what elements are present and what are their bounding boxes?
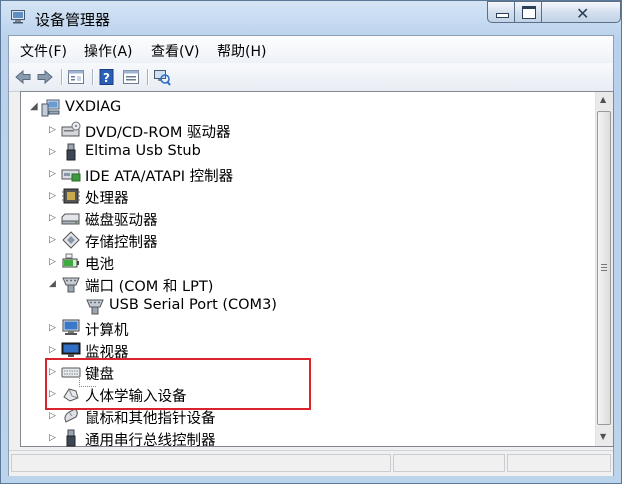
close-icon: ✕ — [576, 4, 590, 23]
tree-root[interactable]: ◢ VXDIAG — [21, 97, 596, 119]
help-icon[interactable]: ? — [98, 68, 116, 86]
scroll-grip — [601, 264, 607, 265]
expand-arrow-icon[interactable]: ▷ — [49, 322, 57, 334]
minimize-button[interactable] — [487, 1, 515, 23]
scroll-up-arrow-icon[interactable]: ▲ — [600, 95, 606, 104]
tree-item-label: DVD/CD-ROM 驱动器 — [85, 125, 231, 141]
ide-controller-icon — [61, 169, 81, 182]
tree-category-item[interactable]: ◢ 端口 (COM 和 LPT) — [21, 273, 596, 295]
toolbar: ? — [9, 63, 613, 92]
scrollbar-thumb[interactable] — [597, 111, 611, 425]
device-tree[interactable]: ◢ VXDIAG ▷ DVD/CD-ROM 驱动器 ▷ Eltima Usb Stub… — [20, 91, 614, 449]
tree-item-label: 通用串行总线控制器 — [85, 433, 216, 449]
status-cell-2 — [393, 454, 505, 472]
monitor-icon — [61, 342, 81, 357]
computer-root-icon — [41, 99, 60, 117]
tree-category-item[interactable]: ▷ 电池 — [21, 251, 596, 273]
expand-arrow-icon[interactable]: ▷ — [49, 344, 57, 356]
battery-icon — [62, 253, 79, 268]
tree-item-label: Eltima Usb Stub — [85, 143, 201, 159]
computer-icon — [62, 319, 80, 335]
scroll-down-arrow-icon[interactable]: ▼ — [600, 432, 606, 441]
expand-arrow-icon[interactable]: ▷ — [49, 190, 57, 202]
device-manager-window: 设备管理器 ✕ 文件(F) 操作(A) 查看(V) 帮助(H) ? ◢ VXDI… — [0, 0, 622, 484]
svg-text:?: ? — [103, 71, 110, 85]
tree-category-item[interactable]: ▷ 通用串行总线控制器 — [21, 427, 596, 449]
expand-arrow-icon[interactable]: ▷ — [49, 432, 57, 444]
collapse-arrow-icon[interactable]: ◢ — [30, 101, 38, 113]
tree-root-label: VXDIAG — [65, 99, 122, 115]
toolbar-separator — [61, 69, 63, 85]
menu-action[interactable]: 操作(A) — [84, 41, 133, 61]
tree-item-label: 处理器 — [85, 191, 129, 207]
expand-arrow-icon[interactable]: ▷ — [49, 410, 57, 422]
toolbar-separator — [92, 69, 94, 85]
scan-hardware-icon[interactable] — [153, 68, 171, 86]
forward-icon[interactable] — [36, 68, 54, 86]
expand-arrow-icon[interactable]: ▷ — [49, 212, 57, 224]
status-cell-main — [11, 454, 391, 472]
details-icon[interactable] — [122, 68, 140, 86]
tree-item-label: 电池 — [85, 257, 114, 273]
vertical-scrollbar[interactable]: ▲ ▼ — [595, 92, 613, 446]
port-icon — [86, 299, 104, 315]
processor-icon — [62, 188, 80, 204]
expand-arrow-icon[interactable]: ▷ — [49, 124, 57, 136]
title-bar[interactable]: 设备管理器 ✕ — [1, 1, 621, 35]
expand-arrow-icon[interactable]: ▷ — [49, 234, 57, 246]
status-cell-3 — [507, 454, 611, 472]
toolbar-separator — [147, 69, 149, 85]
scroll-grip — [601, 270, 607, 271]
device-manager-app-icon — [11, 10, 25, 24]
dvd-drive-icon — [61, 121, 81, 137]
port-icon — [62, 277, 80, 293]
disk-drive-icon — [61, 213, 80, 225]
annotation-highlight-box — [45, 358, 311, 410]
tree-item-label: IDE ATA/ATAPI 控制器 — [85, 169, 234, 185]
tree-item-label: 鼠标和其他指针设备 — [85, 411, 216, 427]
tree-category-item[interactable]: ▷ DVD/CD-ROM 驱动器 — [21, 119, 596, 141]
back-icon[interactable] — [14, 68, 32, 86]
menu-help[interactable]: 帮助(H) — [217, 41, 266, 61]
tree-child-item[interactable]: USB Serial Port (COM3) — [21, 295, 596, 317]
tree-category-item[interactable]: ▷ Eltima Usb Stub — [21, 141, 596, 163]
usb-controller-icon — [66, 429, 76, 447]
tree-category-item[interactable]: ▷ 处理器 — [21, 185, 596, 207]
tree-category-item[interactable]: ▷ 磁盘驱动器 — [21, 207, 596, 229]
usb-plug-icon — [66, 143, 76, 161]
tree-item-label: 计算机 — [85, 323, 129, 339]
menu-file[interactable]: 文件(F) — [20, 41, 67, 61]
close-button[interactable]: ✕ — [541, 1, 621, 23]
storage-controller-icon — [62, 231, 80, 249]
minimize-icon — [496, 13, 509, 18]
expand-arrow-icon[interactable]: ▷ — [49, 168, 57, 180]
tree-category-item[interactable]: ▷ 存储控制器 — [21, 229, 596, 251]
client-area: 文件(F) 操作(A) 查看(V) 帮助(H) ? ◢ VXDIAG ▷ DVD… — [8, 35, 614, 476]
expand-arrow-icon[interactable]: ▷ — [49, 146, 57, 158]
properties-icon[interactable] — [67, 68, 85, 86]
maximize-button[interactable] — [514, 1, 542, 23]
maximize-icon — [522, 6, 536, 19]
tree-item-label: 存储控制器 — [85, 235, 158, 251]
scroll-grip — [601, 267, 607, 268]
expand-arrow-icon[interactable]: ▷ — [49, 256, 57, 268]
window-title: 设备管理器 — [35, 11, 111, 29]
collapse-arrow-icon[interactable]: ◢ — [49, 278, 57, 290]
tree-item-label: USB Serial Port (COM3) — [109, 297, 277, 313]
tree-category-item[interactable]: ▷ 计算机 — [21, 317, 596, 339]
menu-bar: 文件(F) 操作(A) 查看(V) 帮助(H) — [9, 36, 613, 64]
tree-category-item[interactable]: ▷ IDE ATA/ATAPI 控制器 — [21, 163, 596, 185]
status-bar — [9, 450, 613, 476]
tree-item-label: 磁盘驱动器 — [85, 213, 158, 229]
menu-view[interactable]: 查看(V) — [151, 41, 200, 61]
tree-item-label: 端口 (COM 和 LPT) — [85, 279, 214, 295]
